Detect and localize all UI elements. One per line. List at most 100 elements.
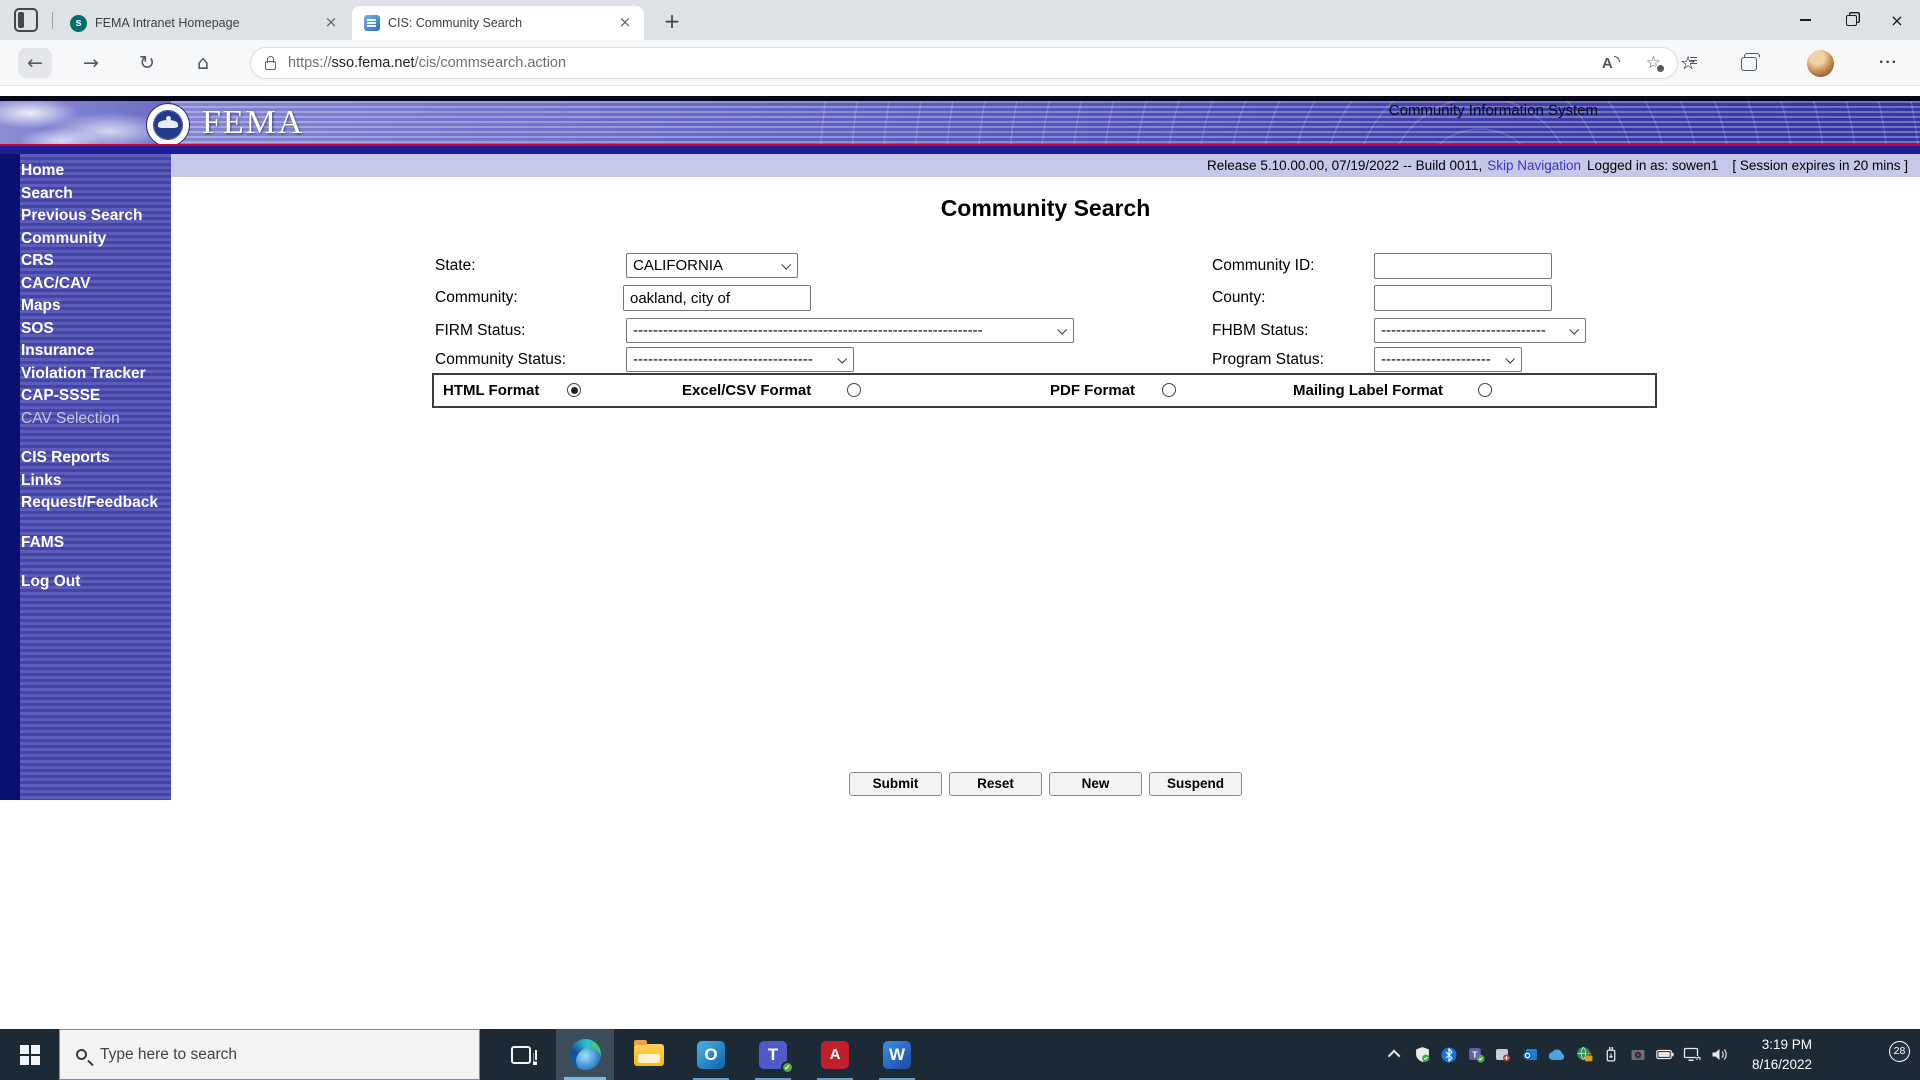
volume-icon[interactable]: [1708, 1044, 1730, 1066]
tab-close-icon[interactable]: ×: [616, 14, 634, 32]
county-input[interactable]: [1374, 285, 1552, 311]
sidebar-item-violation-tracker[interactable]: Violation Tracker: [20, 363, 171, 386]
fhbm-status-select[interactable]: ---------------------------------: [1374, 318, 1586, 343]
release-text: Release 5.10.00.00, 07/19/2022 -- Build …: [1207, 158, 1482, 173]
sidebar-item-log-out[interactable]: Log Out: [20, 571, 171, 594]
window-restore-button[interactable]: [1828, 0, 1874, 40]
community-label: Community:: [435, 289, 518, 307]
taskbar-search[interactable]: [59, 1029, 480, 1080]
settings-more-icon[interactable]: ···: [1879, 54, 1898, 72]
taskbar-file-explorer-button[interactable]: [620, 1029, 678, 1080]
windows-logo-icon: [20, 1045, 39, 1064]
chevron-down-icon: [837, 354, 847, 364]
acrobat-icon: A: [821, 1041, 849, 1069]
battery-icon[interactable]: [1654, 1044, 1676, 1066]
tab-close-icon[interactable]: ×: [322, 14, 340, 32]
pdf-format-radio[interactable]: [1162, 383, 1176, 397]
taskbar-outlook-button[interactable]: O: [682, 1029, 740, 1080]
chevron-down-icon: [781, 260, 791, 270]
community-status-select[interactable]: ------------------------------------: [626, 347, 854, 372]
program-status-select[interactable]: ----------------------: [1374, 347, 1522, 372]
task-view-button[interactable]: [492, 1029, 550, 1080]
vpn-globe-lock-icon[interactable]: [1573, 1044, 1595, 1066]
defender-shield-icon[interactable]: [1411, 1044, 1433, 1066]
sidebar-item-maps[interactable]: Maps: [20, 295, 171, 318]
taskbar-acrobat-button[interactable]: A: [806, 1029, 864, 1080]
browser-titlebar: s FEMA Intranet Homepage × CIS: Communit…: [0, 0, 1920, 40]
teams-available-status-icon: ✓: [781, 1061, 794, 1074]
edge-icon: [570, 1039, 601, 1070]
forward-button[interactable]: →: [74, 48, 108, 78]
skip-navigation-link[interactable]: Skip Navigation: [1487, 158, 1581, 173]
suspend-button[interactable]: Suspend: [1149, 772, 1242, 796]
firm-status-select[interactable]: ----------------------------------------…: [626, 318, 1074, 343]
window-close-button[interactable]: ×: [1874, 0, 1920, 40]
software-center-tray-icon[interactable]: [1492, 1044, 1514, 1066]
new-tab-button[interactable]: +: [658, 8, 686, 36]
sidebar-item-previous-search[interactable]: Previous Search: [20, 205, 171, 228]
profile-avatar[interactable]: [1807, 50, 1834, 77]
back-button[interactable]: ←: [18, 48, 52, 78]
mailing-label-format-radio[interactable]: [1478, 383, 1492, 397]
new-button[interactable]: New: [1049, 772, 1142, 796]
add-favorite-icon[interactable]: ☆: [1646, 53, 1661, 73]
chevron-down-icon: [1505, 354, 1515, 364]
collections-icon[interactable]: [1741, 57, 1757, 71]
sidebar-item-crs[interactable]: CRS: [20, 250, 171, 273]
fhbm-status-label: FHBM Status:: [1212, 322, 1308, 340]
system-tray: T: [1384, 1029, 1730, 1080]
state-select[interactable]: CALIFORNIA: [626, 253, 798, 278]
usb-device-icon[interactable]: [1600, 1044, 1622, 1066]
excel-csv-format-radio[interactable]: [847, 383, 861, 397]
html-format-radio[interactable]: [567, 383, 581, 397]
sidebar-item-request-feedback[interactable]: Request/Feedback: [20, 492, 171, 515]
fema-banner: FEMA Community Information System: [0, 96, 1920, 144]
lock-icon[interactable]: [265, 61, 276, 70]
community-id-input[interactable]: [1374, 253, 1552, 279]
read-aloud-icon[interactable]: A: [1602, 55, 1620, 72]
logged-in-text: Logged in as: sowen1: [1587, 158, 1718, 173]
bluetooth-icon[interactable]: [1438, 1044, 1460, 1066]
sidebar-item-home[interactable]: Home: [20, 160, 171, 183]
home-button[interactable]: ⌂: [186, 48, 220, 78]
fema-logo-text: FEMA: [202, 104, 304, 142]
sidebar-item-sos[interactable]: SOS: [20, 318, 171, 341]
window-minimize-button[interactable]: [1782, 0, 1828, 40]
taskbar-search-input[interactable]: [100, 1046, 430, 1064]
tray-chevron-up-icon[interactable]: [1384, 1044, 1406, 1066]
outlook-tray-icon[interactable]: [1519, 1044, 1541, 1066]
community-input[interactable]: [623, 285, 811, 311]
sidebar-item-cav-selection[interactable]: CAV Selection: [20, 408, 171, 431]
tab-fema-intranet[interactable]: s FEMA Intranet Homepage ×: [58, 6, 350, 40]
onedrive-icon[interactable]: [1546, 1044, 1568, 1066]
tab-actions-menu-icon[interactable]: [14, 8, 38, 32]
refresh-button[interactable]: ↻: [130, 48, 164, 78]
sidebar-item-search[interactable]: Search: [20, 183, 171, 206]
sidebar-item-cis-reports[interactable]: CIS Reports: [20, 447, 171, 470]
sidebar-spacer: [20, 554, 171, 571]
taskbar-word-button[interactable]: W: [868, 1029, 926, 1080]
address-bar[interactable]: https://sso.fema.net/cis/commsearch.acti…: [250, 47, 1678, 79]
sidebar-item-links[interactable]: Links: [20, 470, 171, 493]
sidebar-item-cac-cav[interactable]: CAC/CAV: [20, 273, 171, 296]
favorites-icon[interactable]: ☆: [1680, 53, 1696, 74]
windows-taskbar: O T✓ A W T: [0, 1029, 1920, 1080]
taskbar-clock[interactable]: 3:19 PM 8/16/2022: [1752, 1029, 1812, 1080]
sidebar-item-community[interactable]: Community: [20, 228, 171, 251]
media-device-icon[interactable]: [1627, 1044, 1649, 1066]
submit-button[interactable]: Submit: [849, 772, 942, 796]
main-content: Community Search State: CALIFORNIA Commu…: [171, 177, 1920, 1029]
sidebar-nav: Home Search Previous Search Community CR…: [0, 154, 171, 800]
sidebar-item-insurance[interactable]: Insurance: [20, 340, 171, 363]
taskbar-teams-button[interactable]: T✓: [744, 1029, 802, 1080]
reset-button[interactable]: Reset: [949, 772, 1042, 796]
sidebar-item-fams[interactable]: FAMS: [20, 532, 171, 555]
tab-cis-community-search[interactable]: CIS: Community Search ×: [352, 6, 644, 40]
start-button[interactable]: [0, 1029, 59, 1080]
excel-csv-format-label: Excel/CSV Format: [682, 382, 811, 399]
ethernet-network-icon[interactable]: [1681, 1044, 1703, 1066]
community-id-label: Community ID:: [1212, 257, 1315, 275]
sidebar-item-cap-ssse[interactable]: CAP-SSSE: [20, 385, 171, 408]
taskbar-edge-button[interactable]: [556, 1029, 614, 1080]
teams-status-tray-icon[interactable]: T: [1465, 1044, 1487, 1066]
